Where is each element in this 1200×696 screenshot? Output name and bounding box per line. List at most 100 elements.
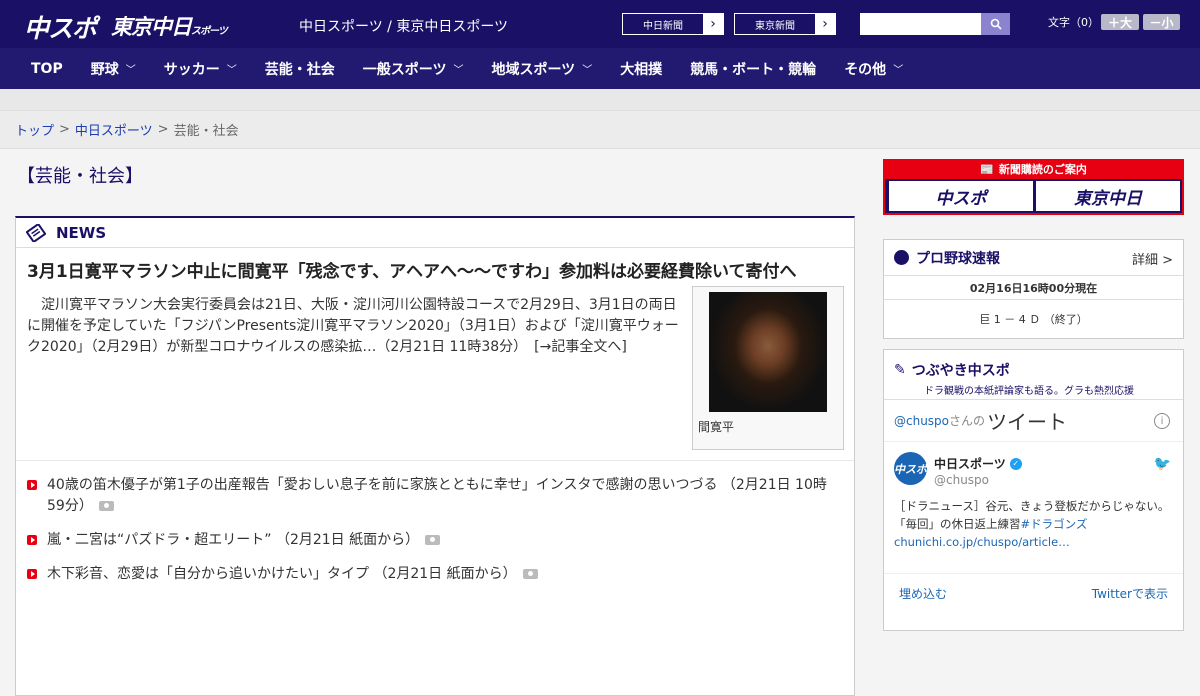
baseball-score[interactable]: 巨 1 － 4 Ｄ （終了）	[884, 300, 1183, 338]
breadcrumb-separator: >	[59, 122, 70, 137]
sidebar: 📰 新聞購読のご案内 中スポ 東京中日 プロ野球速報 詳細 > 02月16日16時…	[883, 159, 1184, 631]
newspaper-icon	[26, 223, 46, 242]
nav-item-baseball[interactable]: 野球 ﹀	[91, 59, 136, 79]
search-button[interactable]	[981, 13, 1010, 35]
page-title: 【芸能・社会】	[17, 166, 143, 187]
subscribe-tokyo-chunichi-button[interactable]: 東京中日	[1036, 181, 1180, 211]
nav-label: サッカー	[163, 61, 220, 78]
main-content: 【芸能・社会】 NEWS 3月1日寛平マラソン中止に間寛平「残念です、アヘアへ～…	[15, 148, 855, 696]
font-size-label: 文字（0）	[1048, 16, 1099, 29]
font-smaller-button[interactable]: －小	[1143, 14, 1180, 30]
baseball-title: プロ野球速報	[916, 250, 1000, 267]
nav-item-soccer[interactable]: サッカー ﹀	[164, 59, 237, 79]
baseball-more-link[interactable]: 詳細 >	[1132, 249, 1173, 268]
sub-nav-strip	[0, 89, 1200, 111]
chunichi-shimbun-button[interactable]: 中日新聞 ›	[622, 13, 724, 35]
nav-label: 地域スポーツ	[491, 61, 576, 78]
bullet-icon	[27, 535, 37, 545]
chuspo-logo[interactable]: 中スポ	[24, 9, 97, 45]
nav-label: 野球	[90, 61, 119, 78]
twitter-title: つぶやき中スポ	[911, 363, 1010, 379]
camera-icon	[522, 569, 538, 579]
list-item-text: 嵐・二宮は“パズドラ・超エリート” （2月21日 紙面から）	[47, 532, 420, 548]
subscription-banner[interactable]: 📰 新聞購読のご案内 中スポ 東京中日	[883, 159, 1184, 215]
tweet-account[interactable]: 中日スポーツ ✓	[934, 455, 1022, 472]
headline-link[interactable]: 3月1日寛平マラソン中止に間寛平「残念です、アヘアへ～～ですわ」参加料は必要経費…	[27, 259, 842, 285]
nav-item-other[interactable]: その他 ﹀	[844, 59, 903, 79]
newspaper-icon: 📰	[980, 162, 994, 176]
breadcrumb-separator: >	[157, 122, 169, 137]
photo-image	[709, 292, 827, 412]
breadcrumb-section-link[interactable]: 中日スポーツ	[75, 120, 153, 139]
nav-label: 大相撲	[620, 61, 663, 78]
twitter-san: さんの	[949, 414, 986, 428]
chevron-down-icon: ﹀	[582, 65, 593, 76]
hashtag-link[interactable]: #ドラゴンズ	[1021, 517, 1088, 531]
top-header: 中スポ 東京中日スポーツ 中日スポーツ / 東京中日スポーツ 中日新聞 › 東京新…	[0, 0, 1200, 48]
bullet-icon	[27, 480, 37, 490]
news-header: NEWS	[16, 218, 854, 248]
twitter-embed: @chuspo さんの ツイート i 中スポ 中日スポーツ ✓ @chuspo 🐦…	[884, 400, 1183, 630]
camera-icon	[98, 501, 114, 511]
logo2-small: スポーツ	[191, 26, 228, 37]
twitter-subtitle: ドラ観戦の本紙評論家も語る。グラも熱烈応援	[924, 386, 1134, 397]
nav-label: TOP	[31, 60, 63, 77]
search-box	[860, 13, 1010, 35]
tweet-handle[interactable]: @chuspo	[934, 473, 989, 487]
nav-item-sumo[interactable]: 大相撲	[620, 59, 662, 79]
chevron-down-icon: ﹀	[125, 65, 136, 76]
breadcrumb-home-link[interactable]: トップ	[15, 120, 54, 139]
twitter-footer: 埋め込む Twitterで表示	[884, 574, 1183, 612]
chevron-down-icon: ﹀	[453, 65, 464, 76]
nav-item-entertainment[interactable]: 芸能・社会	[265, 59, 335, 79]
chevron-right-icon: ›	[815, 14, 835, 34]
verified-icon: ✓	[1009, 457, 1022, 470]
nav-label: その他	[844, 61, 887, 78]
logo2-text: 東京中日	[111, 15, 192, 39]
twitter-bird-icon[interactable]: 🐦	[1154, 456, 1171, 472]
nav-label: 一般スポーツ	[362, 61, 447, 78]
twitter-user-link[interactable]: @chuspo	[894, 414, 949, 428]
subscription-bar: 📰 新聞購読のご案内	[885, 159, 1182, 179]
baseball-header: プロ野球速報 詳細 >	[884, 240, 1183, 276]
list-item[interactable]: 嵐・二宮は“パズドラ・超エリート” （2月21日 紙面から）	[27, 530, 842, 551]
chevron-down-icon: ﹀	[893, 65, 904, 76]
paper2-label: 東京新聞	[755, 20, 795, 32]
embed-link[interactable]: 埋め込む	[899, 585, 947, 602]
subscribe-chuspo-button[interactable]: 中スポ	[889, 181, 1033, 211]
camera-icon	[425, 535, 441, 545]
tokyo-shimbun-button[interactable]: 東京新聞 ›	[734, 13, 836, 35]
chevron-down-icon: ﹀	[226, 65, 237, 76]
list-item[interactable]: 40歳の笛木優子が第1子の出産報告「愛おしい息子を前に家族とともに幸せ」インスタ…	[27, 475, 842, 517]
baseball-scores-card: プロ野球速報 詳細 > 02月16日16時00分現在 巨 1 － 4 Ｄ （終了…	[883, 239, 1184, 339]
breadcrumb: トップ > 中日スポーツ > 芸能・社会	[0, 111, 1200, 149]
nav-item-top[interactable]: TOP	[31, 61, 63, 77]
lead-text[interactable]: 淀川寛平マラソン大会実行委員会は21日、大阪・淀川河川公園特設コースで2月29日…	[27, 295, 679, 358]
nav-item-local-sports[interactable]: 地域スポーツ ﹀	[491, 59, 592, 79]
baseball-icon	[894, 250, 909, 265]
tokyo-chunichi-logo[interactable]: 東京中日スポーツ	[111, 11, 228, 41]
info-icon[interactable]: i	[1154, 413, 1170, 429]
list-item[interactable]: 木下彩音、恋愛は「自分から追いかけたい」タイプ （2月21日 紙面から）	[27, 564, 842, 585]
nav-item-racing[interactable]: 競馬・ボート・競輪	[690, 59, 816, 79]
tweet[interactable]: 中スポ 中日スポーツ ✓ @chuspo 🐦 ［ドラニュース］谷元、きょう登板だか…	[884, 442, 1183, 574]
search-icon	[990, 18, 1002, 30]
news-heading: NEWS	[56, 223, 107, 242]
main-nav: TOP 野球 ﹀ サッカー ﹀ 芸能・社会 一般スポーツ ﹀ 地域スポーツ ﹀ 大相撲 …	[0, 48, 1200, 89]
article-link[interactable]: chunichi.co.jp/chuspo/article…	[894, 535, 1070, 549]
breadcrumb-current: 芸能・社会	[173, 124, 239, 139]
avatar[interactable]: 中スポ	[894, 452, 927, 485]
search-input[interactable]	[860, 13, 981, 35]
nav-item-general-sports[interactable]: 一般スポーツ ﹀	[363, 59, 464, 79]
news-box: NEWS 3月1日寛平マラソン中止に間寛平「残念です、アヘアへ～～ですわ」参加料…	[15, 216, 855, 696]
subscription-label: 新聞購読のご案内	[998, 163, 1087, 176]
site-title[interactable]: 中日スポーツ / 東京中日スポーツ	[299, 16, 508, 36]
font-larger-button[interactable]: ＋大	[1101, 14, 1139, 30]
nav-label: 芸能・社会	[264, 61, 335, 78]
article-photo[interactable]: 間寛平	[692, 286, 844, 450]
account-name: 中日スポーツ	[934, 457, 1006, 471]
view-on-twitter-link[interactable]: Twitterで表示	[1092, 585, 1168, 602]
paper1-label: 中日新聞	[643, 20, 683, 32]
pen-icon: ✎	[894, 362, 906, 378]
photo-caption: 間寛平	[698, 420, 735, 434]
